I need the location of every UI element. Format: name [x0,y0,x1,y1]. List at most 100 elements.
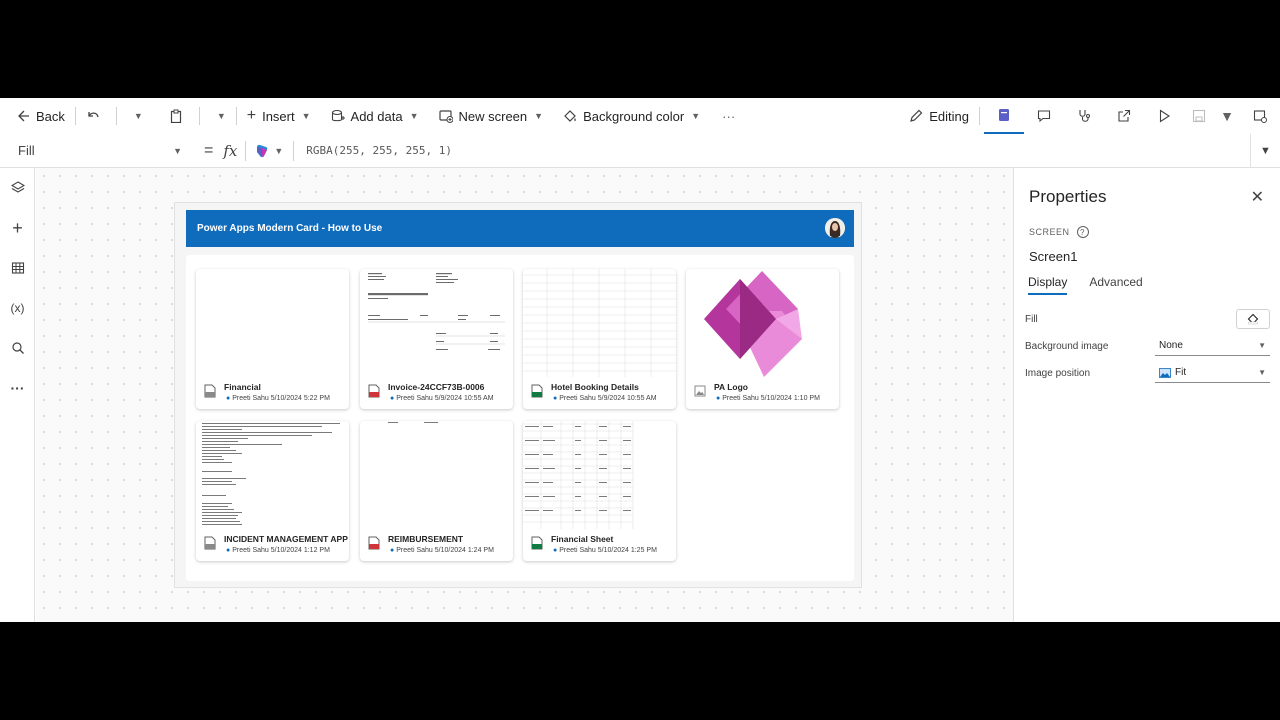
editing-mode-button[interactable]: Editing [903,98,975,134]
file-meta-text: Preeti Sahu 5/10/2024 5:22 PM [232,395,330,402]
file-title: INCIDENT MANAGEMENT APP [224,534,348,544]
back-button[interactable]: Back [10,98,71,134]
undo-menu-button[interactable]: ▼ [121,98,149,134]
save-menu-button[interactable]: ▼ [1214,98,1240,134]
file-card[interactable]: INCIDENT MANAGEMENT APP ● Preeti Sahu 5/1… [196,421,349,561]
help-icon[interactable]: ? [1076,226,1089,238]
copilot-icon [257,144,268,157]
pencil-icon [909,109,923,123]
paste-button[interactable] [163,98,195,134]
undo-button[interactable] [80,98,112,134]
publish-button[interactable] [1240,98,1280,134]
file-title: Financial Sheet [551,534,614,544]
excel-file-icon [531,536,543,550]
new-screen-icon [438,109,453,123]
image-position-label: Image position [1025,367,1091,379]
health-check-button[interactable] [1064,98,1104,134]
divider [245,140,247,161]
background-color-button[interactable]: Background color ▼ [557,98,706,134]
close-icon[interactable]: ✕ [1251,187,1264,207]
new-screen-label: New screen [458,108,528,124]
image-position-row: Image position Fit ▼ [1025,363,1270,383]
file-thumbnail [196,421,349,529]
app-checker-button[interactable] [984,98,1024,134]
file-meta-text: Preeti Sahu 5/10/2024 1:24 PM [396,547,494,554]
file-thumbnail [360,421,513,529]
image-position-dropdown[interactable]: Fit ▼ [1155,363,1270,383]
file-thumbnail [196,269,349,377]
left-rail: + (x) ··· [0,168,35,622]
share-button[interactable] [1104,98,1144,134]
file-card[interactable]: Hotel Booking Details ● Preeti Sahu 5/9/2… [523,269,676,409]
data-rail-button[interactable] [0,248,35,288]
formula-input[interactable]: RGBA(255, 255, 255, 1) [306,144,452,157]
file-meta: ● Preeti Sahu 5/9/2024 10:55 AM [553,395,657,402]
file-card[interactable]: PA Logo ● Preeti Sahu 5/10/2024 1:10 PM [686,269,839,409]
undo-icon [86,109,100,123]
search-rail-button[interactable] [0,328,35,368]
file-thumbnail [523,269,676,377]
tab-advanced[interactable]: Advanced [1089,275,1142,295]
file-meta: ● Preeti Sahu 5/10/2024 1:25 PM [553,547,657,554]
new-screen-button[interactable]: New screen ▼ [433,98,550,134]
search-icon [11,342,24,354]
image-position-value: Fit [1175,367,1187,378]
fx-icon[interactable]: fx [223,142,237,160]
file-card[interactable]: Financial ● Preeti Sahu 5/10/2024 5:22 PM [196,269,349,409]
more-rail-button[interactable]: ··· [0,368,35,408]
app-screen[interactable]: Power Apps Modern Card - How to Use Fina… [174,202,862,588]
comments-button[interactable] [1024,98,1064,134]
file-meta: ● Preeti Sahu 5/10/2024 5:22 PM [226,395,330,402]
pdf-file-icon [368,384,380,398]
person-icon: ● [716,395,721,402]
variables-rail-button[interactable]: (x) [0,288,35,328]
play-icon [1159,109,1171,123]
more-icon: ··· [722,108,736,124]
avatar [825,218,845,238]
stethoscope-icon [1079,110,1090,122]
comment-icon [1037,110,1051,123]
background-image-label: Background image [1025,340,1109,352]
paint-bucket-icon [1247,313,1259,325]
fill-color-picker[interactable] [1236,309,1270,329]
image-file-icon [694,385,706,397]
generic-file-icon [204,384,216,398]
person-icon: ● [553,395,558,402]
person-icon: ● [390,395,395,402]
file-card[interactable]: Financial Sheet ● Preeti Sahu 5/10/2024 1… [523,421,676,561]
file-meta-text: Preeti Sahu 5/9/2024 10:55 AM [396,395,494,402]
selection-type: SCREEN ? [1029,226,1089,238]
divider [235,107,237,125]
preview-button[interactable] [1144,98,1184,134]
property-value: Fill [18,143,35,158]
insert-button[interactable]: + Insert ▼ [241,98,317,134]
save-button[interactable] [1184,98,1214,134]
divider [979,107,980,125]
file-title: REIMBURSEMENT [388,534,464,544]
tab-display[interactable]: Display [1028,275,1068,295]
background-image-dropdown[interactable]: None ▼ [1155,336,1270,356]
formula-bar: Fill ▼ = fx ▼ RGBA(255, 255, 255, 1) ▼ [0,134,1280,168]
divider [115,107,117,125]
file-thumbnail [686,269,839,377]
file-card[interactable]: Invoice-24CCF73B-0006 ● Preeti Sahu 5/9/2… [360,269,513,409]
image-position-selected: Fit [1159,367,1186,378]
design-canvas[interactable]: Power Apps Modern Card - How to Use Fina… [36,168,1013,622]
screen-name[interactable]: Screen1 [1029,249,1077,264]
variables-icon: (x) [10,301,25,315]
add-data-button[interactable]: Add data ▼ [325,98,425,134]
tree-view-button[interactable] [0,168,35,208]
properties-tabs: Display Advanced [1028,275,1165,295]
add-data-label: Add data [350,108,403,124]
property-dropdown[interactable]: Fill ▼ [10,139,190,163]
file-card[interactable]: REIMBURSEMENT ● Preeti Sahu 5/10/2024 1:2… [360,421,513,561]
command-bar: Back ▼ ▼ + Insert ▼ Add data ▼ New scree… [0,98,1280,134]
expand-formula-bar-button[interactable]: ▼ [1250,134,1280,168]
copilot-button[interactable]: ▼ [254,143,283,159]
more-commands-button[interactable]: ··· [716,98,741,134]
insert-rail-button[interactable]: + [0,208,35,248]
file-title: Invoice-24CCF73B-0006 [388,382,485,392]
paste-menu-button[interactable]: ▼ [204,98,232,134]
back-label: Back [36,108,65,124]
app-header[interactable]: Power Apps Modern Card - How to Use [186,210,854,247]
